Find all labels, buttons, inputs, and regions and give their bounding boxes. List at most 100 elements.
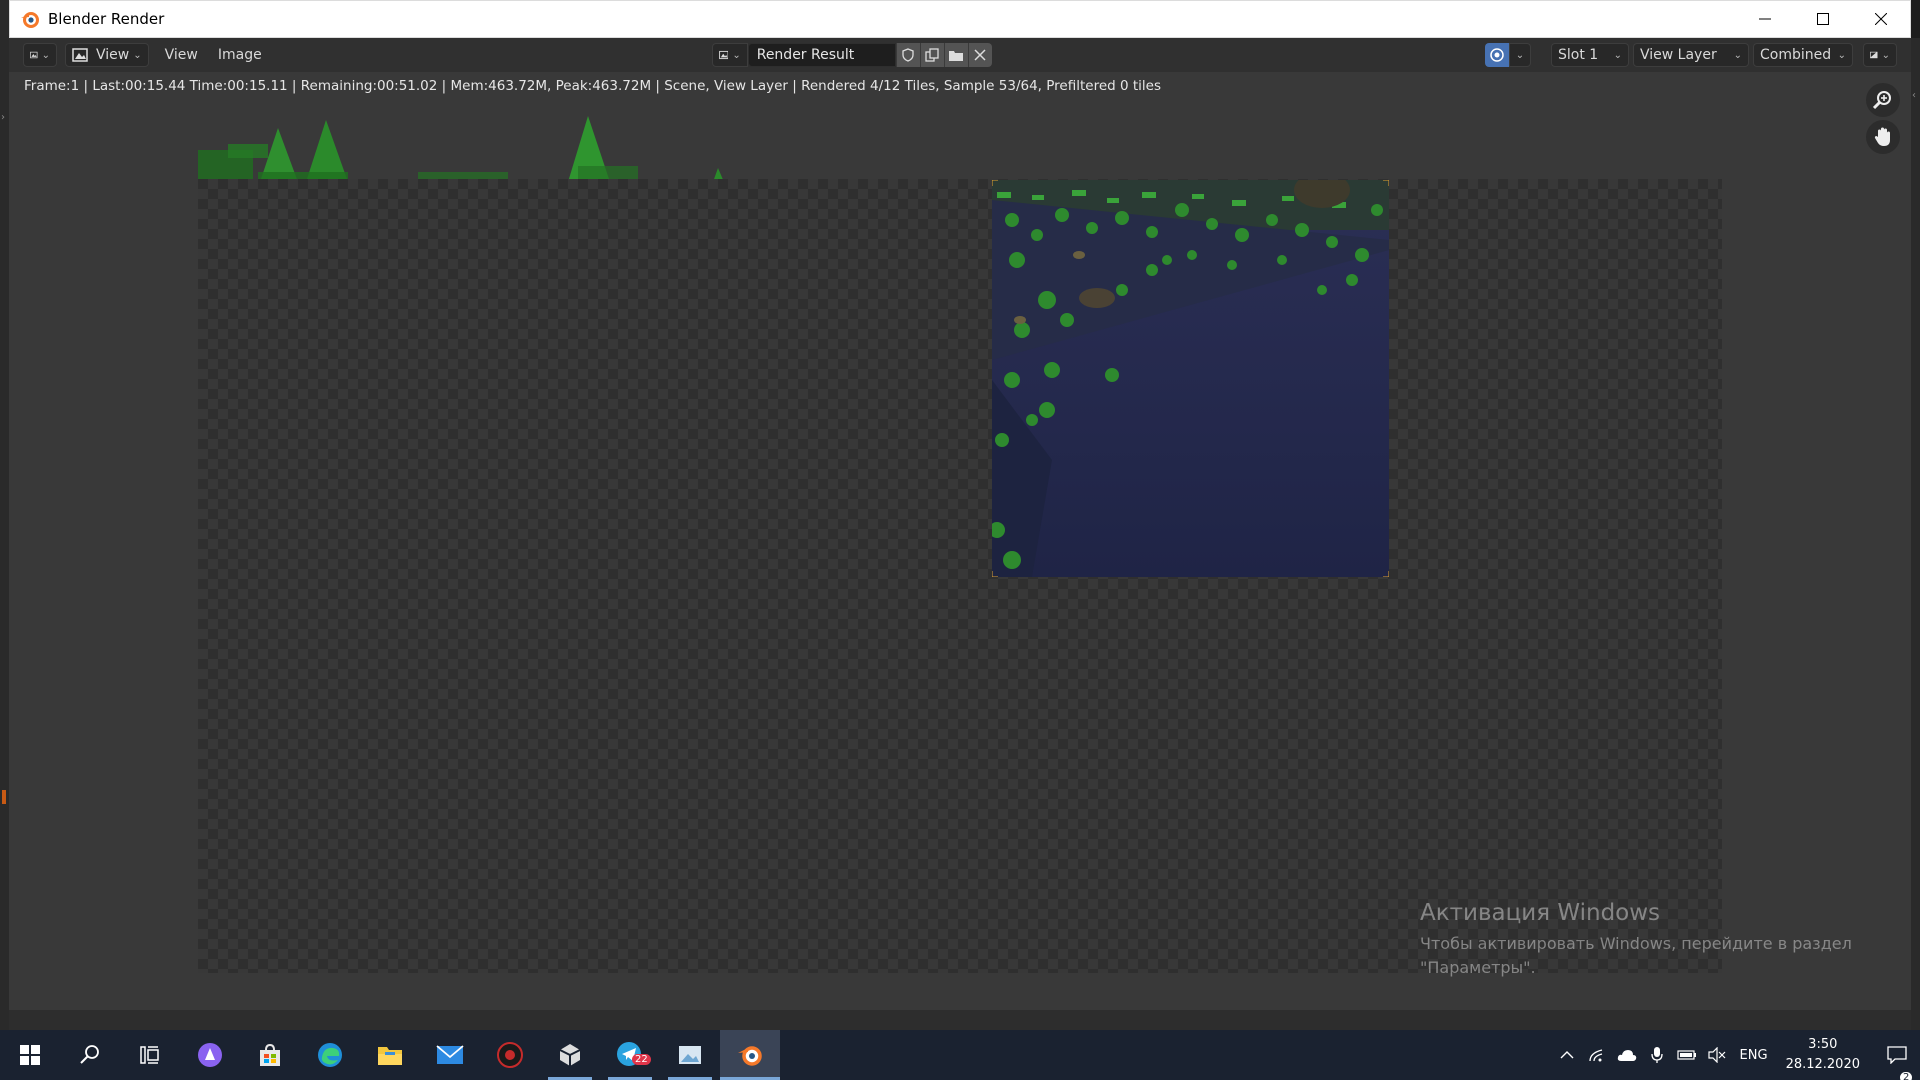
close-window-button[interactable] [1852, 1, 1910, 37]
task-view-button[interactable] [120, 1030, 180, 1080]
windows-activation-watermark: Активация Windows Чтобы активировать Win… [1420, 900, 1852, 980]
clock-time: 3:50 [1808, 1037, 1838, 1052]
view-layer-label: View Layer [1640, 47, 1717, 63]
editor-footer [9, 1010, 1911, 1030]
windows-taskbar: 22 ENG 3:50 28.12.2020 2 [0, 1030, 1920, 1080]
taskbar-telegram[interactable]: 22 [600, 1030, 660, 1080]
left-indicator [2, 790, 6, 804]
red-app-icon [497, 1042, 523, 1068]
tray-microphone[interactable] [1642, 1046, 1672, 1064]
taskbar-store[interactable] [240, 1030, 300, 1080]
activation-line-2: "Параметры". [1420, 958, 1536, 977]
taskbar-blender[interactable] [720, 1030, 780, 1080]
taskbar-unity[interactable] [540, 1030, 600, 1080]
open-image-button[interactable] [943, 43, 968, 67]
duplicate-icon [925, 48, 939, 62]
image-editor-icon [30, 51, 38, 59]
notification-icon [1887, 1046, 1907, 1064]
render-pass-dropdown[interactable]: Combined ⌄ [1753, 43, 1853, 67]
chevron-down-icon: ⌄ [41, 49, 50, 61]
left-region-strip: › [0, 0, 9, 1030]
hand-icon [1874, 127, 1890, 146]
tray-language[interactable]: ENG [1732, 1048, 1776, 1063]
minimize-icon [1759, 18, 1771, 20]
activation-line-1: Чтобы активировать Windows, перейдите в … [1420, 934, 1852, 953]
chevron-up-icon [1560, 1051, 1574, 1059]
close-icon [974, 49, 986, 61]
edge-icon [318, 1043, 342, 1067]
chevron-down-icon: ⌄ [1613, 49, 1622, 61]
activation-title: Активация Windows [1420, 900, 1661, 926]
overlay-icon [1490, 48, 1504, 62]
wifi-icon [1588, 1049, 1602, 1062]
image-browse-icon [718, 50, 729, 60]
expand-left-icon[interactable]: › [1, 112, 5, 123]
system-tray: ENG 3:50 28.12.2020 2 [1552, 1030, 1920, 1080]
notification-count: 2 [1900, 1072, 1913, 1080]
windows-logo-icon [20, 1045, 40, 1065]
search-icon [80, 1045, 99, 1064]
taskbar-image-viewer[interactable] [660, 1030, 720, 1080]
view-layer-dropdown[interactable]: View Layer ⌄ [1633, 43, 1749, 67]
slot-dropdown[interactable]: Slot 1 ⌄ [1551, 43, 1629, 67]
menu-image[interactable]: Image [208, 43, 272, 67]
chevron-down-icon: ⌄ [1881, 49, 1890, 61]
unity-icon [559, 1044, 581, 1066]
view-mode-dropdown[interactable]: View ⌄ [65, 43, 149, 67]
display-channels-icon [1870, 51, 1878, 59]
editor-type-button[interactable]: ⌄ [23, 43, 57, 67]
tray-volume[interactable] [1702, 1047, 1732, 1063]
overlay-dropdown[interactable]: ⌄ [1509, 43, 1531, 67]
image-viewer-icon [679, 1046, 701, 1064]
display-channels-dropdown[interactable]: ⌄ [1863, 43, 1897, 67]
image-name-field[interactable]: Render Result [747, 43, 896, 67]
blender-icon [738, 1046, 762, 1066]
taskbar-edge[interactable] [300, 1030, 360, 1080]
image-view-icon [72, 48, 88, 62]
render-canvas[interactable] [198, 179, 1722, 973]
menu-view[interactable]: View [155, 43, 208, 67]
minimize-button[interactable] [1736, 1, 1794, 37]
alice-assistant-icon [198, 1043, 222, 1067]
unlink-image-button[interactable] [967, 43, 992, 67]
zoom-tool-button[interactable] [1866, 83, 1900, 117]
expand-right-icon[interactable]: ‹ [1912, 90, 1916, 101]
tray-onedrive[interactable] [1612, 1048, 1642, 1062]
chevron-down-icon: ⌄ [732, 49, 741, 61]
chevron-down-icon: ⌄ [133, 49, 142, 61]
start-button[interactable] [0, 1030, 60, 1080]
store-icon [260, 1043, 280, 1066]
tray-overflow-button[interactable] [1552, 1050, 1582, 1060]
taskbar-app-red[interactable] [480, 1030, 540, 1080]
tray-battery[interactable] [1672, 1049, 1702, 1061]
chevron-down-icon: ⌄ [1733, 49, 1742, 61]
taskbar-file-explorer[interactable] [360, 1030, 420, 1080]
render-tree-tops [198, 116, 724, 182]
taskbar-mail[interactable] [420, 1030, 480, 1080]
tray-clock[interactable]: 3:50 28.12.2020 [1786, 1035, 1860, 1075]
task-view-icon [140, 1046, 159, 1064]
browse-image-button[interactable]: ⌄ [711, 43, 748, 67]
taskbar-alice[interactable] [180, 1030, 240, 1080]
mail-icon [436, 1045, 464, 1064]
volume-muted-icon [1707, 1047, 1725, 1063]
fake-user-button[interactable] [895, 43, 920, 67]
tray-network[interactable] [1582, 1047, 1612, 1063]
maximize-button[interactable] [1794, 1, 1852, 37]
cloud-icon [1617, 1050, 1636, 1061]
notification-center-button[interactable]: 2 [1874, 1046, 1920, 1080]
pan-tool-button[interactable] [1866, 120, 1900, 154]
gizmo-toggle-button[interactable] [1485, 43, 1509, 67]
close-icon [1875, 13, 1887, 25]
clock-date: 28.12.2020 [1785, 1057, 1860, 1072]
blender-logo-icon [21, 12, 39, 28]
search-button[interactable] [60, 1030, 120, 1080]
editor-header: ⌄ View ⌄ View Image ⌄ Render Result ⌄ Sl… [9, 38, 1911, 72]
render-pass-label: Combined [1760, 47, 1832, 63]
folder-icon [378, 1047, 402, 1065]
right-region-strip: ‹ [1911, 38, 1920, 1030]
battery-icon [1676, 1050, 1696, 1060]
telegram-badge: 22 [632, 1054, 651, 1065]
new-image-button[interactable] [919, 43, 944, 67]
zoom-icon [1872, 91, 1891, 110]
